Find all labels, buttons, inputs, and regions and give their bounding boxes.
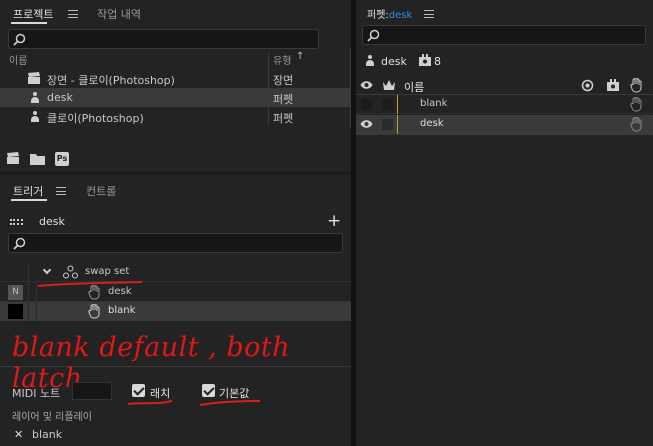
crown-icon[interactable]: [382, 79, 396, 91]
remove-icon[interactable]: ✕: [14, 428, 23, 441]
puppet-menu-icon[interactable]: [424, 10, 434, 18]
layer-header: 이름: [356, 76, 653, 95]
project-item-chloe[interactable]: 클로이(Photoshop) 퍼펫: [0, 107, 351, 126]
eye-icon[interactable]: [360, 80, 373, 90]
puppet-icon: [31, 92, 39, 104]
row-gutter: [36, 302, 37, 321]
scene-clapper-icon: [28, 72, 40, 84]
independent-toggle[interactable]: [382, 119, 393, 130]
puppet-search-input[interactable]: [362, 25, 646, 45]
key-badge: N: [8, 285, 23, 300]
add-trigger-button[interactable]: +: [327, 211, 341, 231]
layer-list-divider: [356, 134, 653, 135]
trigger-puppet-name: desk: [39, 215, 65, 228]
folder-icon[interactable]: [30, 153, 45, 165]
project-item-type: 퍼펫: [273, 112, 294, 125]
hand-icon: [88, 285, 100, 300]
sort-arrow-icon: ↑: [296, 51, 305, 62]
hand-icon: [88, 304, 100, 319]
tab-puppet[interactable]: 퍼펫:desk: [367, 6, 412, 21]
replay-section-label: 레이어 및 리플레이: [12, 412, 92, 423]
visibility-toggle[interactable]: [361, 99, 372, 110]
trigger-count-icon: [419, 54, 431, 66]
hand-icon: [630, 97, 642, 112]
project-menu-icon[interactable]: [68, 10, 78, 18]
trigger-menu-icon[interactable]: [56, 187, 66, 195]
layer-indent-line: [397, 115, 398, 134]
layer-col-name: 이름: [404, 81, 425, 94]
trigger-count: 8: [434, 55, 441, 68]
project-item-type: 퍼펫: [273, 93, 294, 106]
row-gutter: [28, 283, 29, 302]
latch-checkbox[interactable]: [132, 384, 145, 397]
tab-project-underline: [11, 22, 47, 24]
project-item-name: desk: [47, 91, 73, 104]
color-swatch: [8, 304, 23, 319]
midi-note-label: MIDI 노트: [12, 387, 61, 400]
hand-icon[interactable]: [630, 78, 642, 93]
project-item-desk[interactable]: desk 퍼펫: [0, 88, 351, 107]
grid-icon: [10, 219, 23, 225]
project-col-name[interactable]: 이름: [9, 52, 27, 67]
independent-toggle[interactable]: [382, 99, 393, 110]
tab-history[interactable]: 작업 내역: [97, 6, 141, 22]
search-icon: [13, 237, 26, 250]
default-checkbox[interactable]: [202, 384, 215, 397]
search-icon: [367, 29, 380, 42]
photoshop-icon[interactable]: Ps: [55, 152, 69, 166]
tab-puppet-prefix: 퍼펫:: [367, 10, 389, 21]
project-search-input[interactable]: [8, 29, 319, 49]
eye-icon[interactable]: [360, 119, 373, 129]
layer-name: desk: [420, 118, 444, 129]
layer-row-desk[interactable]: desk: [356, 115, 653, 134]
handwritten-annotation: blank default , both latch: [12, 332, 291, 394]
puppet-name: desk: [381, 55, 407, 68]
project-panel: 프로젝트 작업 내역 이름 유형 ↑ 장면 - 클로이(Photoshop) 장…: [0, 0, 351, 172]
project-item-name: 장면 - 클로이(Photoshop): [47, 74, 175, 87]
swap-set-icon: [63, 265, 78, 279]
chevron-down-icon[interactable]: [42, 265, 52, 275]
tab-triggers[interactable]: 트리거: [13, 183, 43, 199]
swap-item-blank[interactable]: blank: [0, 302, 351, 321]
tab-triggers-underline: [11, 199, 47, 201]
layer-row-blank[interactable]: blank: [356, 95, 653, 114]
layer-name: blank: [420, 98, 448, 109]
project-col-type[interactable]: 유형: [273, 52, 291, 67]
puppet-icon: [366, 55, 374, 67]
origin-icon[interactable]: [581, 79, 594, 92]
annotation-underline: [127, 400, 173, 405]
tab-puppet-name: desk: [388, 10, 413, 21]
puppet-icon: [31, 111, 39, 123]
row-gutter: [28, 263, 29, 282]
project-item-scene[interactable]: 장면 - 클로이(Photoshop) 장면: [0, 69, 351, 88]
tab-controls[interactable]: 컨트롤: [86, 183, 116, 199]
trigger-search-input[interactable]: [8, 233, 343, 253]
row-gutter: [28, 302, 29, 321]
swap-item-name: desk: [108, 286, 132, 297]
row-gutter: [36, 283, 37, 302]
hand-icon: [630, 117, 642, 132]
midi-note-input[interactable]: [72, 382, 112, 400]
tab-project[interactable]: 프로젝트: [13, 6, 53, 22]
project-item-name: 클로이(Photoshop): [47, 112, 144, 125]
search-icon: [13, 33, 26, 46]
swap-item-name: blank: [108, 305, 136, 316]
new-scene-icon[interactable]: [6, 152, 21, 165]
project-item-type: 장면: [273, 74, 294, 87]
trigger-panel: 트리거 컨트롤 desk + swap set N desk blank bla…: [0, 175, 351, 446]
swap-set-label: swap set: [85, 266, 130, 277]
replay-item: blank: [32, 428, 63, 441]
annotation-underline: [199, 400, 261, 406]
layer-indent-line: [397, 95, 398, 114]
puppet-panel: 퍼펫:desk desk 8 이름 blank desk: [356, 0, 653, 446]
swap-item-desk[interactable]: N desk: [0, 283, 351, 302]
camera-icon[interactable]: [606, 79, 620, 92]
